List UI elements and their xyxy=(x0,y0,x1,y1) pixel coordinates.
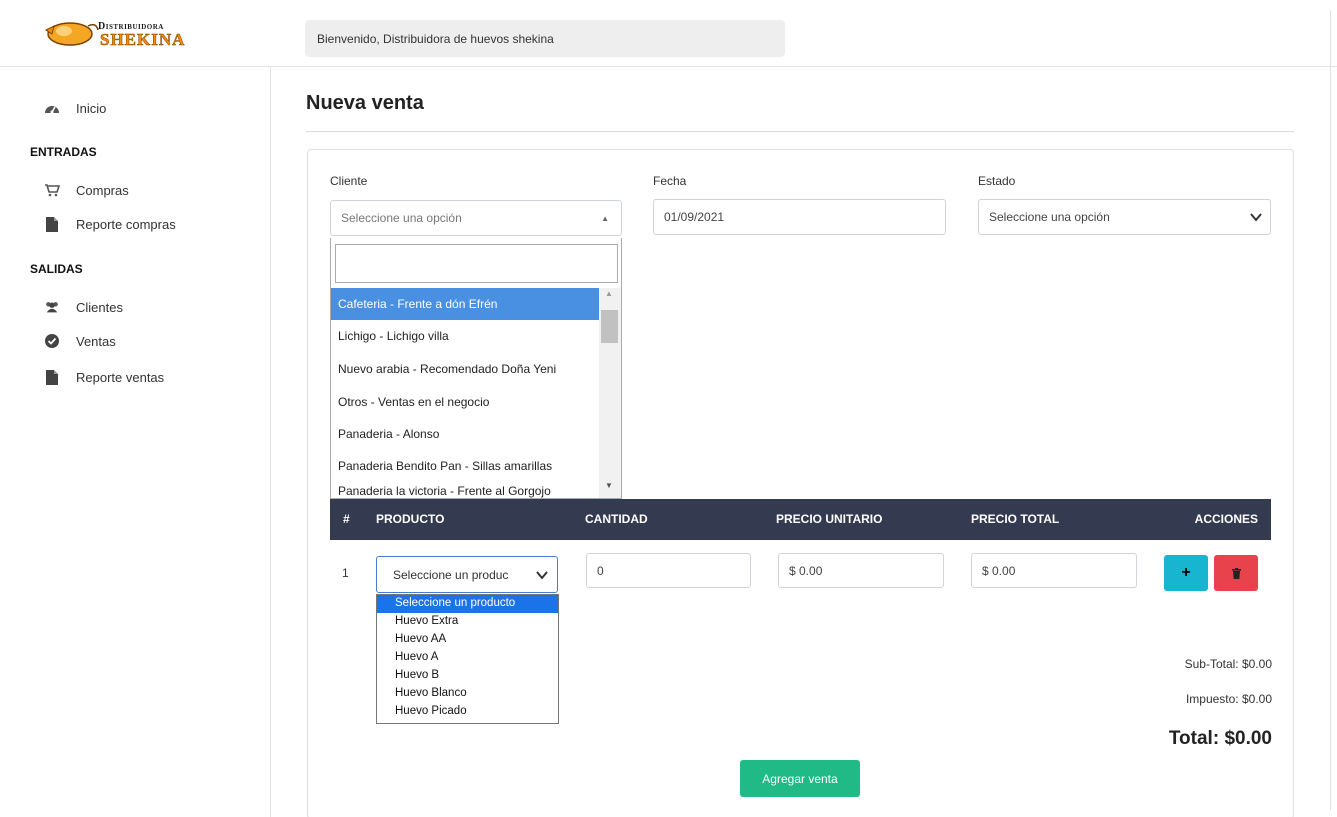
cliente-option[interactable]: Otros - Ventas en el negocio xyxy=(331,386,599,418)
cart-icon xyxy=(44,182,60,198)
scrollbar-thumb[interactable] xyxy=(601,310,618,343)
caret-up-icon: ▲ xyxy=(601,214,609,223)
cliente-option[interactable]: Cafeteria - Frente a dón Efrén xyxy=(331,288,599,320)
product-option[interactable]: Huevo B xyxy=(377,667,558,685)
file-icon xyxy=(44,369,60,385)
col-precio-unitario: PRECIO UNITARIO xyxy=(776,512,883,526)
row-number: 1 xyxy=(342,566,349,580)
product-option[interactable]: Huevo Blanco xyxy=(377,685,558,703)
sidebar-item-label: Reporte ventas xyxy=(76,369,165,385)
col-cantidad: CANTIDAD xyxy=(585,512,648,526)
product-select[interactable]: Seleccione un produc xyxy=(376,556,558,593)
sidebar-item-reporte-ventas[interactable]: Reporte ventas xyxy=(44,369,164,385)
divider xyxy=(306,131,1294,132)
brand-line2: SHEKINA xyxy=(100,30,186,50)
cliente-option[interactable]: Lichigo - Lichigo villa xyxy=(331,320,599,352)
users-icon xyxy=(44,299,60,315)
cantidad-input[interactable]: 0 xyxy=(586,553,751,588)
estado-value: Seleccione una opción xyxy=(989,210,1110,224)
cliente-option[interactable]: Panaderia la victoria - Frente al Gorgoj… xyxy=(331,478,599,499)
add-row-button[interactable]: + xyxy=(1164,555,1208,591)
product-dropdown: Seleccione un producto Huevo Extra Huevo… xyxy=(376,594,559,724)
estado-label: Estado xyxy=(978,174,1016,188)
sidebar-item-ventas[interactable]: Ventas xyxy=(44,333,116,349)
cliente-search-input[interactable] xyxy=(335,244,618,283)
sidebar-item-label: Inicio xyxy=(76,100,107,116)
sidebar-item-clientes[interactable]: Clientes xyxy=(44,299,123,315)
col-producto: PRODUCTO xyxy=(376,512,445,526)
fecha-label: Fecha xyxy=(653,174,687,188)
chevron-down-icon xyxy=(536,571,548,580)
page-title: Nueva venta xyxy=(306,92,424,114)
top-bar: Distribuidora SHEKINA Bienvenido, Distri… xyxy=(0,0,1337,67)
fecha-input[interactable]: 01/09/2021 xyxy=(653,199,946,235)
sidebar: Inicio ENTRADAS Compras Reporte compras … xyxy=(0,67,271,817)
section-entradas: ENTRADAS xyxy=(30,145,97,159)
sidebar-item-inicio[interactable]: Inicio xyxy=(44,100,106,116)
cliente-label: Cliente xyxy=(330,174,368,188)
cliente-option[interactable]: Nuevo arabia - Recomendado Doña Yeni xyxy=(331,353,599,385)
section-salidas: SALIDAS xyxy=(30,262,83,276)
col-precio-total: PRECIO TOTAL xyxy=(971,512,1060,526)
delete-row-button[interactable] xyxy=(1214,555,1258,591)
col-num: # xyxy=(343,512,350,526)
sidebar-item-label: Compras xyxy=(76,182,129,198)
welcome-banner: Bienvenido, Distribuidora de huevos shek… xyxy=(305,20,785,57)
window-edge xyxy=(1330,10,1331,810)
brand-logo[interactable]: Distribuidora SHEKINA xyxy=(40,12,200,52)
product-option[interactable]: Huevo Picado xyxy=(377,703,558,721)
trash-icon xyxy=(1231,567,1241,579)
cliente-option[interactable]: Panaderia - Alonso xyxy=(331,418,599,450)
sidebar-item-reporte-compras[interactable]: Reporte compras xyxy=(44,216,176,232)
sidebar-item-compras[interactable]: Compras xyxy=(44,182,129,198)
sidebar-item-label: Ventas xyxy=(76,333,116,349)
cliente-select[interactable]: Seleccione una opción ▲ xyxy=(330,200,622,236)
egg-logo-icon xyxy=(45,22,99,46)
scroll-up-icon[interactable]: ▲ xyxy=(605,289,613,298)
estado-select[interactable]: Seleccione una opción xyxy=(978,199,1271,235)
cliente-placeholder: Seleccione una opción xyxy=(341,211,462,225)
product-selected: Seleccione un produc xyxy=(393,568,509,582)
col-acciones: ACCIONES xyxy=(1194,512,1258,526)
subtotal-text: Sub-Total: $0.00 xyxy=(1184,657,1272,671)
precio-unitario-input[interactable]: $ 0.00 xyxy=(778,553,944,588)
product-option[interactable]: Huevo AA xyxy=(377,631,558,649)
chevron-down-icon xyxy=(1250,213,1262,222)
product-option[interactable]: Seleccione un producto xyxy=(377,595,558,613)
sidebar-item-label: Clientes xyxy=(76,299,123,315)
add-sale-button[interactable]: Agregar venta xyxy=(740,760,860,797)
impuesto-text: Impuesto: $0.00 xyxy=(1185,692,1272,706)
precio-total-input[interactable]: $ 0.00 xyxy=(971,553,1137,588)
file-icon xyxy=(44,216,60,232)
sidebar-item-label: Reporte compras xyxy=(76,216,176,232)
product-option[interactable]: Huevo Extra xyxy=(377,613,558,631)
check-circle-icon xyxy=(44,333,60,349)
scroll-down-icon[interactable]: ▼ xyxy=(605,481,613,490)
total-text: Total: $0.00 xyxy=(1168,728,1272,749)
dashboard-icon xyxy=(44,100,60,116)
product-option[interactable]: Huevo A xyxy=(377,649,558,667)
products-table-header: # PRODUCTO CANTIDAD PRECIO UNITARIO PREC… xyxy=(330,499,1271,540)
